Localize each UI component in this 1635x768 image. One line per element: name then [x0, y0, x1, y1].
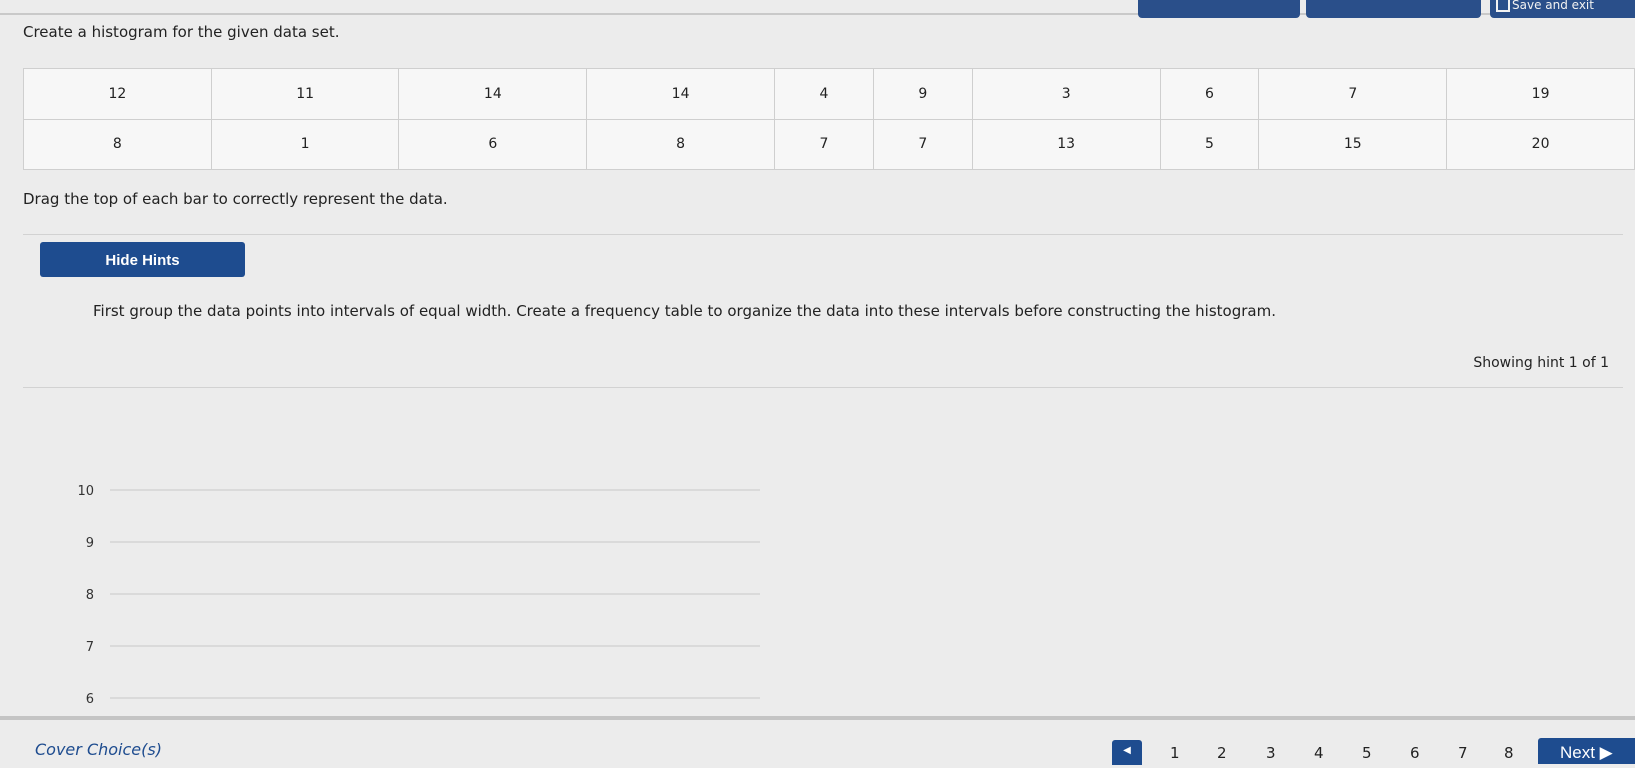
table-cell: 19: [1446, 68, 1635, 120]
save-and-exit-button[interactable]: Save and exit: [1490, 0, 1635, 18]
table-cell: 7: [872, 118, 973, 170]
page-number[interactable]: 1: [1170, 744, 1180, 762]
table-cell: 7: [773, 118, 874, 170]
table-cell: 8: [23, 118, 212, 170]
histogram-chart[interactable]: 10 9 8 7 6: [60, 450, 760, 715]
page-number[interactable]: 4: [1314, 744, 1324, 762]
y-axis-ticks: 10 9 8 7 6: [77, 484, 94, 707]
page-number[interactable]: 5: [1362, 744, 1372, 762]
table-cell: 6: [398, 118, 588, 170]
cover-choices-link[interactable]: Cover Choice(s): [35, 740, 162, 759]
table-cell: 9: [872, 68, 973, 120]
table-row: 8 1 6 8 7 7 13 5 15 20: [23, 118, 1635, 170]
y-tick-label: 8: [86, 588, 94, 603]
next-button[interactable]: Next ▶: [1538, 738, 1635, 764]
hide-hints-button[interactable]: Hide Hints: [40, 242, 245, 277]
table-cell: 5: [1159, 118, 1260, 170]
save-icon: [1496, 0, 1510, 12]
table-cell: 12: [23, 68, 212, 120]
page-number[interactable]: 8: [1504, 744, 1514, 762]
y-tick-label: 10: [77, 484, 94, 499]
y-tick-label: 7: [86, 640, 94, 655]
table-row: 12 11 14 14 4 9 3 6 7 19: [23, 68, 1635, 120]
page-number[interactable]: 6: [1410, 744, 1420, 762]
bottom-divider: [0, 716, 1635, 720]
table-cell: 8: [586, 118, 775, 170]
table-cell: 20: [1446, 118, 1635, 170]
table-cell: 15: [1258, 118, 1448, 170]
y-tick-label: 9: [86, 536, 94, 551]
hint-counter: Showing hint 1 of 1: [1473, 355, 1609, 371]
previous-page-button[interactable]: ◀: [1112, 740, 1142, 765]
page-number[interactable]: 2: [1217, 744, 1227, 762]
top-toolbar: Save and exit: [0, 0, 1635, 18]
table-cell: 11: [210, 68, 400, 120]
hint-text: First group the data points into interva…: [93, 302, 1276, 320]
table-cell: 4: [773, 68, 874, 120]
y-tick-label: 6: [86, 692, 94, 707]
table-cell: 14: [398, 68, 588, 120]
grid-lines: [110, 489, 760, 699]
data-set-table: 12 11 14 14 4 9 3 6 7 19 8 1 6 8 7 7 13 …: [23, 68, 1635, 170]
table-cell: 7: [1258, 68, 1448, 120]
save-and-exit-label: Save and exit: [1512, 0, 1594, 12]
page-number[interactable]: 7: [1458, 744, 1468, 762]
table-cell: 14: [586, 68, 775, 120]
page-number[interactable]: 3: [1266, 744, 1276, 762]
table-cell: 1: [210, 118, 400, 170]
instruction-text: Drag the top of each bar to correctly re…: [23, 190, 448, 208]
arrow-left-icon: ◀: [1123, 745, 1131, 756]
table-cell: 6: [1159, 68, 1260, 120]
line-reader-button[interactable]: [1306, 0, 1481, 18]
toolbar-button[interactable]: [1138, 0, 1300, 18]
question-text: Create a histogram for the given data se…: [23, 23, 340, 41]
table-cell: 3: [971, 68, 1161, 120]
table-cell: 13: [971, 118, 1161, 170]
